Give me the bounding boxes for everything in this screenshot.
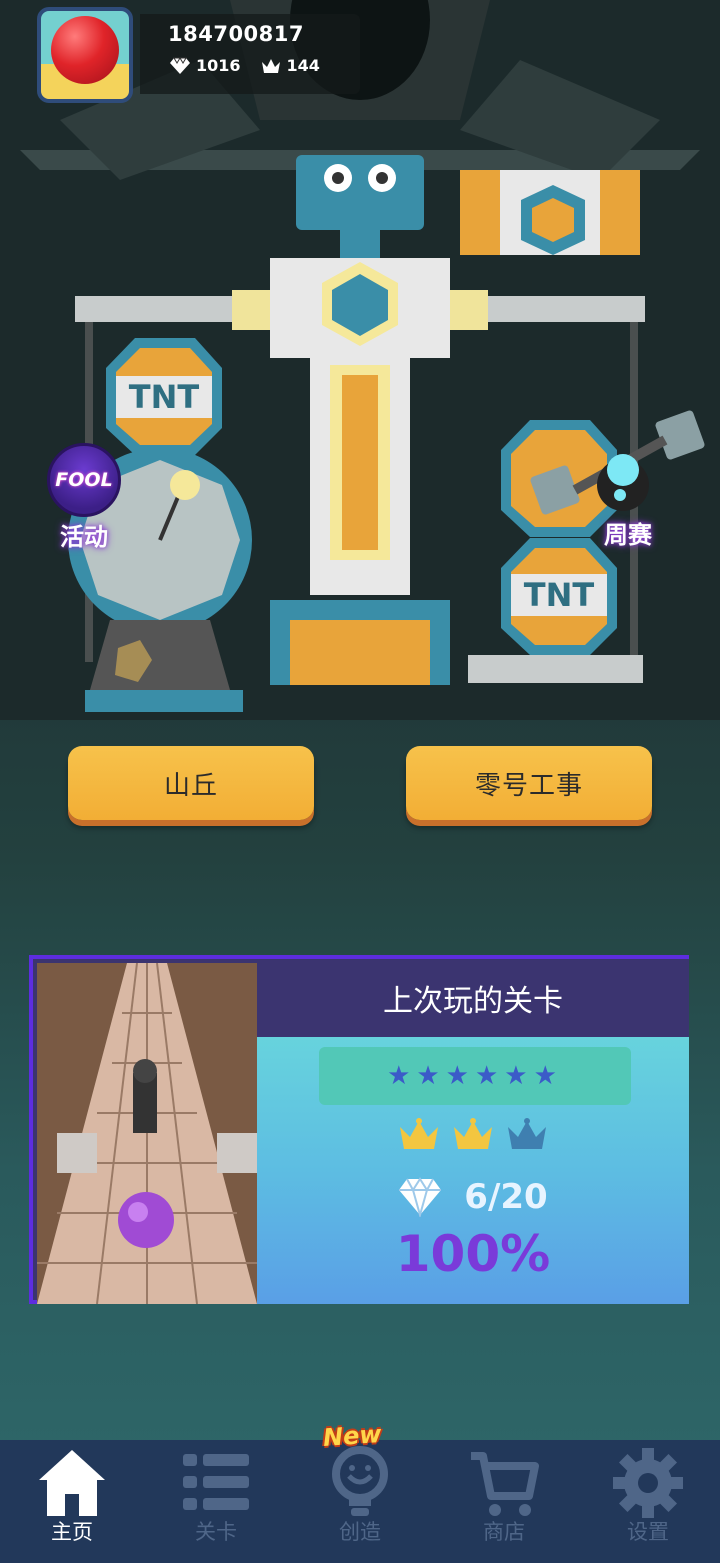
hill-mode-button[interactable]: 山丘 bbox=[68, 746, 314, 820]
zero-works-mode-button[interactable]: 零号工事 bbox=[406, 746, 652, 820]
player-id: 184700817 bbox=[168, 22, 305, 46]
gem-progress: 6/20 bbox=[257, 1177, 689, 1217]
diamond-icon bbox=[170, 56, 190, 74]
nav-item-levels[interactable]: 关卡 bbox=[144, 1440, 288, 1563]
ball-avatar-icon bbox=[51, 16, 119, 84]
stars-text: ★★★★★★ bbox=[387, 1061, 563, 1091]
nav-label: 主页 bbox=[51, 1520, 93, 1544]
tnt-sign-text: TNT bbox=[129, 378, 200, 416]
nav-item-create[interactable]: 创造 bbox=[288, 1440, 432, 1563]
weekly-label: 周赛 bbox=[604, 521, 652, 549]
nav-label: 关卡 bbox=[195, 1520, 237, 1544]
cart-icon bbox=[471, 1452, 539, 1516]
level-thumbnail bbox=[37, 963, 257, 1304]
tnt-sign-text: TNT bbox=[524, 576, 595, 614]
nav-label: 创造 bbox=[339, 1520, 381, 1544]
card-title: 上次玩的关卡 bbox=[257, 959, 689, 1037]
crown-rating bbox=[257, 1117, 689, 1153]
avatar[interactable] bbox=[37, 7, 133, 103]
last-played-card[interactable]: 上次玩的关卡 ★★★★★★ 6/20 100% bbox=[29, 955, 689, 1304]
star-rating: ★★★★★★ bbox=[319, 1047, 631, 1105]
gear-icon bbox=[613, 1448, 683, 1518]
weekly-contest-button[interactable]: 周赛 bbox=[590, 515, 666, 550]
event-label: 活动 bbox=[60, 523, 108, 551]
crown-icon bbox=[261, 58, 280, 73]
home-icon bbox=[39, 1450, 105, 1516]
card-body: ★★★★★★ 6/20 100% bbox=[257, 1037, 689, 1304]
nav-item-shop[interactable]: 商店 bbox=[432, 1440, 576, 1563]
diamond-icon bbox=[399, 1177, 442, 1217]
progress-percent: 100% bbox=[395, 1225, 551, 1283]
player-profile[interactable]: 184700817 1016 144 bbox=[0, 0, 380, 110]
diamond-count: 1016 bbox=[196, 56, 241, 75]
nav-label: 设置 bbox=[627, 1520, 669, 1544]
new-badge: New bbox=[322, 1419, 383, 1453]
nav-label: 商店 bbox=[483, 1520, 525, 1544]
lightbulb-icon bbox=[332, 1446, 388, 1516]
nav-item-settings[interactable]: 设置 bbox=[576, 1440, 720, 1563]
crown-earned-icon bbox=[400, 1118, 438, 1149]
nav-item-home[interactable]: 主页 bbox=[0, 1440, 144, 1563]
list-icon bbox=[183, 1454, 249, 1510]
event-button[interactable]: FOOL 活动 bbox=[44, 443, 124, 552]
bottom-nav: 主页 关卡 创造 商店 设置 bbox=[0, 1440, 720, 1563]
crown-count: 144 bbox=[286, 56, 320, 75]
fool-event-icon: FOOL bbox=[47, 443, 121, 517]
event-badge-text: FOOL bbox=[55, 469, 113, 491]
crown-earned-icon bbox=[454, 1118, 492, 1149]
crown-unearned-icon bbox=[508, 1118, 546, 1149]
gem-count: 6/20 bbox=[464, 1177, 548, 1217]
player-stats: 1016 144 bbox=[170, 56, 320, 75]
